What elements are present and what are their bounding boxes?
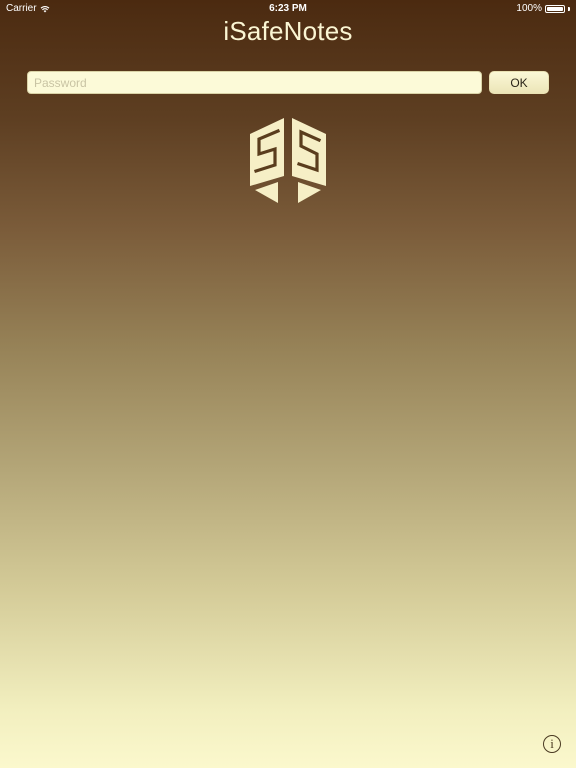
info-button[interactable]: i: [543, 735, 561, 753]
password-input[interactable]: [27, 71, 482, 94]
status-right: 100%: [516, 3, 570, 14]
isafenotes-logo-icon: [250, 118, 326, 203]
battery-fill: [547, 6, 563, 11]
ok-button[interactable]: OK: [489, 71, 549, 94]
status-time: 6:23 PM: [269, 3, 307, 14]
app-title: iSafeNotes: [223, 16, 353, 46]
battery-icon: [545, 4, 565, 13]
status-bar: Carrier 6:23 PM 100%: [0, 0, 576, 17]
battery-tip: [568, 6, 570, 11]
battery-percent: 100%: [516, 3, 542, 14]
